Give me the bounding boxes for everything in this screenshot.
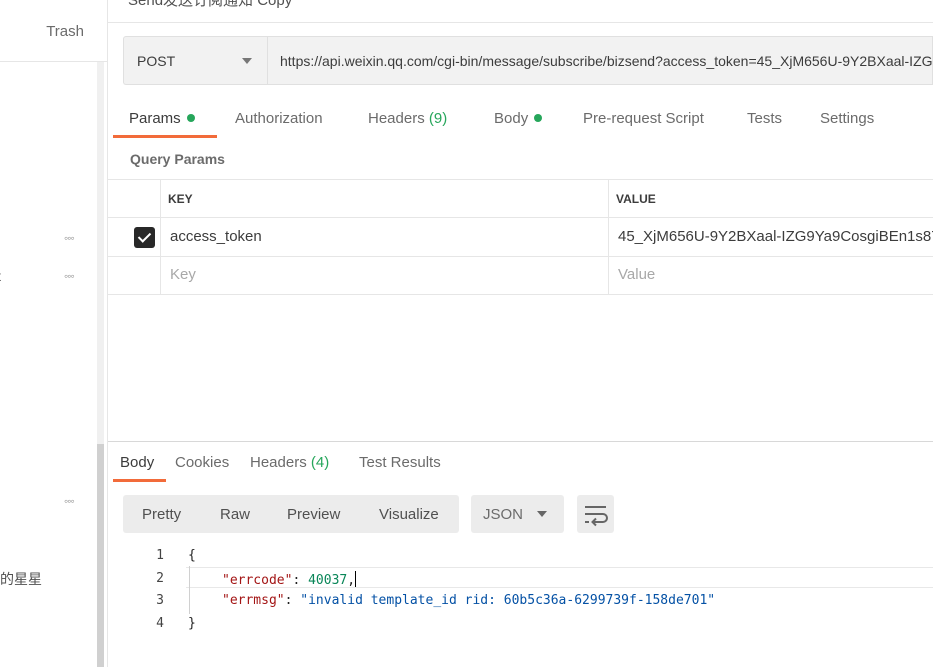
status-dot-icon xyxy=(186,114,195,122)
request-title[interactable]: Send发送订阅通知 Copy xyxy=(128,0,292,10)
tab-label: Body xyxy=(494,110,529,127)
table-border xyxy=(108,217,933,218)
tab-label: Settings xyxy=(820,110,875,127)
code-line: { xyxy=(188,548,196,563)
new-key-input[interactable]: Key xyxy=(170,266,196,283)
column-header-key: KEY xyxy=(168,192,193,206)
tab-label: Tests xyxy=(747,110,783,127)
wrap-lines-icon xyxy=(585,506,608,527)
response-tab-body[interactable]: Body xyxy=(120,454,154,471)
trash-item[interactable]: Trash xyxy=(0,0,108,62)
tab-authorization[interactable]: Authorization xyxy=(235,110,323,127)
trash-label: Trash xyxy=(46,23,84,40)
column-header-value: VALUE xyxy=(616,192,656,206)
json-string: "invalid template_id rid: 60b5c36a-62997… xyxy=(300,593,716,608)
new-value-input[interactable]: Value xyxy=(618,266,655,283)
table-border xyxy=(160,179,161,295)
line-number: 3 xyxy=(156,593,164,608)
view-mode-group: Pretty Raw Preview Visualize xyxy=(123,495,459,533)
sidebar-item-label[interactable]: 的星星 xyxy=(0,569,42,589)
tab-label: Headers xyxy=(368,110,425,127)
tab-settings[interactable]: Settings xyxy=(820,110,874,127)
tab-label: Authorization xyxy=(235,110,323,127)
response-tab-headers[interactable]: Headers (4) xyxy=(250,454,329,471)
tab-label: Test Results xyxy=(359,454,441,471)
collections-sidebar: Trash ◦◦◦ t ◦◦◦ ◦◦◦ 的星星 xyxy=(0,0,108,667)
tab-label: Params xyxy=(129,110,181,127)
tab-label: Cookies xyxy=(175,454,230,471)
json-number: 40037 xyxy=(308,573,348,588)
url-text: https://api.weixin.qq.com/cgi-bin/messag… xyxy=(280,53,933,69)
tab-label: Pre-request Script xyxy=(583,110,704,127)
json-key: "errcode" xyxy=(222,573,293,588)
table-border xyxy=(108,179,933,180)
code-line[interactable]: "errcode": 40037, xyxy=(222,571,357,588)
format-select[interactable]: JSON xyxy=(471,495,564,533)
tab-headers[interactable]: Headers (9) xyxy=(368,110,447,127)
param-key-cell[interactable]: access_token xyxy=(170,228,262,245)
text-cursor xyxy=(355,571,357,587)
line-number: 4 xyxy=(156,616,164,631)
json-key: "errmsg" xyxy=(222,593,285,608)
response-headers-count: (4) xyxy=(310,454,330,471)
line-number: 2 xyxy=(156,571,164,586)
chevron-down-icon xyxy=(537,511,547,517)
sidebar-scrollbar-thumb[interactable] xyxy=(97,444,104,667)
tab-body[interactable]: Body xyxy=(494,110,543,127)
more-options-icon[interactable]: ◦◦◦ xyxy=(64,494,75,508)
headers-count: (9) xyxy=(428,110,448,127)
more-options-icon[interactable]: ◦◦◦ xyxy=(64,231,75,245)
method-select[interactable]: POST xyxy=(123,36,267,85)
table-border xyxy=(108,294,933,295)
sidebar-item-label[interactable]: t xyxy=(0,268,1,284)
status-dot-icon xyxy=(534,114,543,122)
more-options-icon[interactable]: ◦◦◦ xyxy=(64,269,75,283)
indent-guide xyxy=(189,566,190,614)
active-tab-indicator xyxy=(113,135,217,138)
table-border xyxy=(608,179,609,295)
table-border xyxy=(108,256,933,257)
response-divider[interactable] xyxy=(108,441,933,442)
param-enabled-checkbox[interactable] xyxy=(134,227,155,248)
code-line[interactable]: "errmsg": "invalid template_id rid: 60b5… xyxy=(222,593,715,608)
view-raw-button[interactable]: Raw xyxy=(220,506,250,523)
view-preview-button[interactable]: Preview xyxy=(287,506,340,523)
format-label: JSON xyxy=(483,506,524,523)
tab-prerequest-script[interactable]: Pre-request Script xyxy=(583,110,704,127)
view-pretty-button[interactable]: Pretty xyxy=(142,506,181,523)
response-tab-cookies[interactable]: Cookies xyxy=(175,454,229,471)
tab-params[interactable]: Params xyxy=(129,110,195,127)
tab-label: Body xyxy=(120,454,155,471)
chevron-down-icon xyxy=(242,58,252,64)
param-value-cell[interactable]: 45_XjM656U-9Y2BXaal-IZG9Ya9CosgiBEn1s87 xyxy=(618,228,933,245)
view-visualize-button[interactable]: Visualize xyxy=(379,506,439,523)
wrap-lines-button[interactable] xyxy=(577,495,614,533)
tab-tests[interactable]: Tests xyxy=(747,110,782,127)
method-label: POST xyxy=(137,53,176,69)
active-tab-indicator xyxy=(113,479,166,482)
url-input[interactable]: https://api.weixin.qq.com/cgi-bin/messag… xyxy=(267,36,933,85)
query-params-heading: Query Params xyxy=(130,151,225,167)
code-line: } xyxy=(188,616,196,631)
response-tab-test-results[interactable]: Test Results xyxy=(359,454,441,471)
line-number: 1 xyxy=(156,548,164,563)
divider xyxy=(108,22,933,23)
tab-label: Headers xyxy=(250,454,307,471)
